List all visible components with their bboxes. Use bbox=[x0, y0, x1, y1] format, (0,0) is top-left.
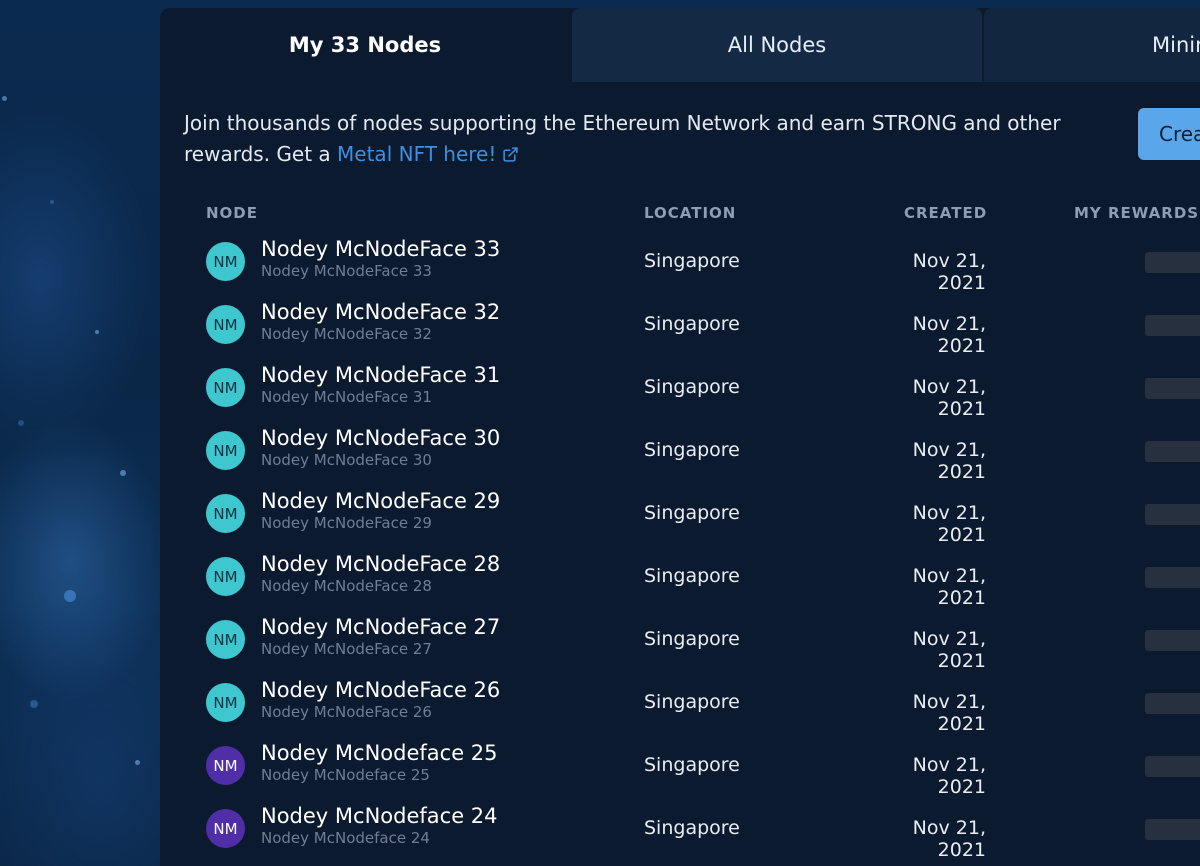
node-subtitle: Nodey McNodeface 24 bbox=[261, 829, 430, 847]
node-location: Singapore bbox=[644, 439, 740, 461]
intro-text: Join thousands of nodes supporting the E… bbox=[184, 108, 1084, 170]
node-location: Singapore bbox=[644, 250, 740, 272]
table-row[interactable]: NM Nodey McNodeFace 27 Nodey McNodeFace 27… bbox=[160, 607, 1200, 672]
rewards-placeholder bbox=[1145, 504, 1200, 525]
node-name: Nodey McNodeFace 28 bbox=[261, 552, 501, 576]
avatar-initials: NM bbox=[213, 315, 238, 334]
node-name: Nodey McNodeface 25 bbox=[261, 741, 498, 765]
node-created-date: Nov 21, 2021 bbox=[912, 565, 986, 609]
table-row[interactable]: NM Nodey McNodeface 24 Nodey McNodeface 24… bbox=[160, 796, 1200, 861]
node-created-date: Nov 21, 2021 bbox=[912, 754, 986, 798]
avatar: NM bbox=[206, 809, 245, 848]
node-location: Singapore bbox=[644, 502, 740, 524]
node-created-date: Nov 21, 2021 bbox=[912, 817, 986, 861]
tab-my-nodes[interactable]: My 33 Nodes bbox=[160, 8, 570, 82]
rewards-placeholder bbox=[1145, 630, 1200, 651]
node-name: Nodey McNodeFace 33 bbox=[261, 237, 501, 261]
node-name: Nodey McNodeFace 27 bbox=[261, 615, 501, 639]
avatar: NM bbox=[206, 305, 245, 344]
avatar: NM bbox=[206, 494, 245, 533]
node-created-date: Nov 21, 2021 bbox=[912, 439, 986, 483]
avatar-initials: NM bbox=[213, 252, 238, 271]
avatar-initials: NM bbox=[213, 504, 238, 523]
column-header-rewards[interactable]: MY REWARDS bbox=[1074, 204, 1199, 222]
node-subtitle: Nodey McNodeFace 33 bbox=[261, 262, 432, 280]
node-name: Nodey McNodeface 24 bbox=[261, 804, 498, 828]
node-location: Singapore bbox=[644, 565, 740, 587]
column-header-location[interactable]: LOCATION bbox=[644, 204, 736, 222]
avatar: NM bbox=[206, 368, 245, 407]
avatar: NM bbox=[206, 431, 245, 470]
avatar-initials: NM bbox=[213, 441, 238, 460]
avatar-initials: NM bbox=[213, 756, 238, 775]
avatar: NM bbox=[206, 683, 245, 722]
table-row[interactable]: NM Nodey McNodeFace 30 Nodey McNodeFace 30… bbox=[160, 418, 1200, 483]
avatar-initials: NM bbox=[213, 378, 238, 397]
node-name: Nodey McNodeFace 26 bbox=[261, 678, 501, 702]
node-created-date: Nov 21, 2021 bbox=[912, 502, 986, 546]
rewards-placeholder bbox=[1145, 441, 1200, 462]
intro-body: Join thousands of nodes supporting the E… bbox=[184, 111, 1061, 166]
rewards-placeholder bbox=[1145, 819, 1200, 840]
node-location: Singapore bbox=[644, 817, 740, 839]
node-subtitle: Nodey McNodeFace 31 bbox=[261, 388, 432, 406]
node-subtitle: Nodey McNodeFace 32 bbox=[261, 325, 432, 343]
avatar-initials: NM bbox=[213, 630, 238, 649]
table-row[interactable]: NM Nodey McNodeFace 26 Nodey McNodeFace 26… bbox=[160, 670, 1200, 735]
rewards-placeholder bbox=[1145, 693, 1200, 714]
node-created-date: Nov 21, 2021 bbox=[912, 628, 986, 672]
node-location: Singapore bbox=[644, 691, 740, 713]
rewards-placeholder bbox=[1145, 252, 1200, 273]
node-subtitle: Nodey McNodeFace 28 bbox=[261, 577, 432, 595]
table-row[interactable]: NM Nodey McNodeFace 33 Nodey McNodeFace 33… bbox=[160, 229, 1200, 294]
column-header-created[interactable]: CREATED bbox=[904, 204, 987, 222]
node-subtitle: Nodey McNodeFace 29 bbox=[261, 514, 432, 532]
tab-all-nodes[interactable]: All Nodes bbox=[572, 8, 982, 82]
table-row[interactable]: NM Nodey McNodeFace 28 Nodey McNodeFace 28… bbox=[160, 544, 1200, 609]
tab-bar: My 33 Nodes All Nodes Minin bbox=[160, 8, 1200, 82]
rewards-placeholder bbox=[1145, 315, 1200, 336]
tab-label: Minin bbox=[1152, 33, 1200, 57]
node-created-date: Nov 21, 2021 bbox=[912, 313, 986, 357]
node-location: Singapore bbox=[644, 628, 740, 650]
node-location: Singapore bbox=[644, 376, 740, 398]
node-created-date: Nov 21, 2021 bbox=[912, 250, 986, 294]
node-name: Nodey McNodeFace 31 bbox=[261, 363, 501, 387]
node-location: Singapore bbox=[644, 313, 740, 335]
node-subtitle: Nodey McNodeFace 26 bbox=[261, 703, 432, 721]
create-node-button[interactable]: Crea bbox=[1138, 108, 1200, 160]
column-header-node[interactable]: NODE bbox=[206, 204, 258, 222]
external-link-icon bbox=[503, 147, 519, 162]
node-created-date: Nov 21, 2021 bbox=[912, 691, 986, 735]
table-row[interactable]: NM Nodey McNodeFace 29 Nodey McNodeFace 29… bbox=[160, 481, 1200, 546]
create-node-button-label: Crea bbox=[1159, 122, 1200, 146]
tab-label: All Nodes bbox=[727, 33, 827, 57]
tab-mining[interactable]: Minin bbox=[984, 8, 1200, 82]
node-name: Nodey McNodeFace 32 bbox=[261, 300, 501, 324]
avatar-initials: NM bbox=[213, 567, 238, 586]
tab-label: My 33 Nodes bbox=[288, 33, 442, 57]
node-name: Nodey McNodeFace 29 bbox=[261, 489, 501, 513]
rewards-placeholder bbox=[1145, 567, 1200, 588]
metal-nft-link-label: Metal NFT here! bbox=[337, 142, 497, 166]
avatar: NM bbox=[206, 620, 245, 659]
table-row[interactable]: NM Nodey McNodeFace 31 Nodey McNodeFace 31… bbox=[160, 355, 1200, 420]
metal-nft-link[interactable]: Metal NFT here! bbox=[337, 142, 519, 166]
node-subtitle: Nodey McNodeface 25 bbox=[261, 766, 430, 784]
node-subtitle: Nodey McNodeFace 30 bbox=[261, 451, 432, 469]
avatar: NM bbox=[206, 746, 245, 785]
node-name: Nodey McNodeFace 30 bbox=[261, 426, 501, 450]
node-subtitle: Nodey McNodeFace 27 bbox=[261, 640, 432, 658]
rewards-placeholder bbox=[1145, 378, 1200, 399]
node-created-date: Nov 21, 2021 bbox=[912, 376, 986, 420]
avatar: NM bbox=[206, 557, 245, 596]
table-row[interactable]: NM Nodey McNodeface 25 Nodey McNodeface 25… bbox=[160, 733, 1200, 798]
table-row[interactable]: NM Nodey McNodeFace 32 Nodey McNodeFace 32… bbox=[160, 292, 1200, 357]
rewards-placeholder bbox=[1145, 756, 1200, 777]
nodes-panel: My 33 Nodes All Nodes Minin Join thousan… bbox=[160, 8, 1200, 866]
avatar-initials: NM bbox=[213, 819, 238, 838]
avatar-initials: NM bbox=[213, 693, 238, 712]
avatar: NM bbox=[206, 242, 245, 281]
node-location: Singapore bbox=[644, 754, 740, 776]
